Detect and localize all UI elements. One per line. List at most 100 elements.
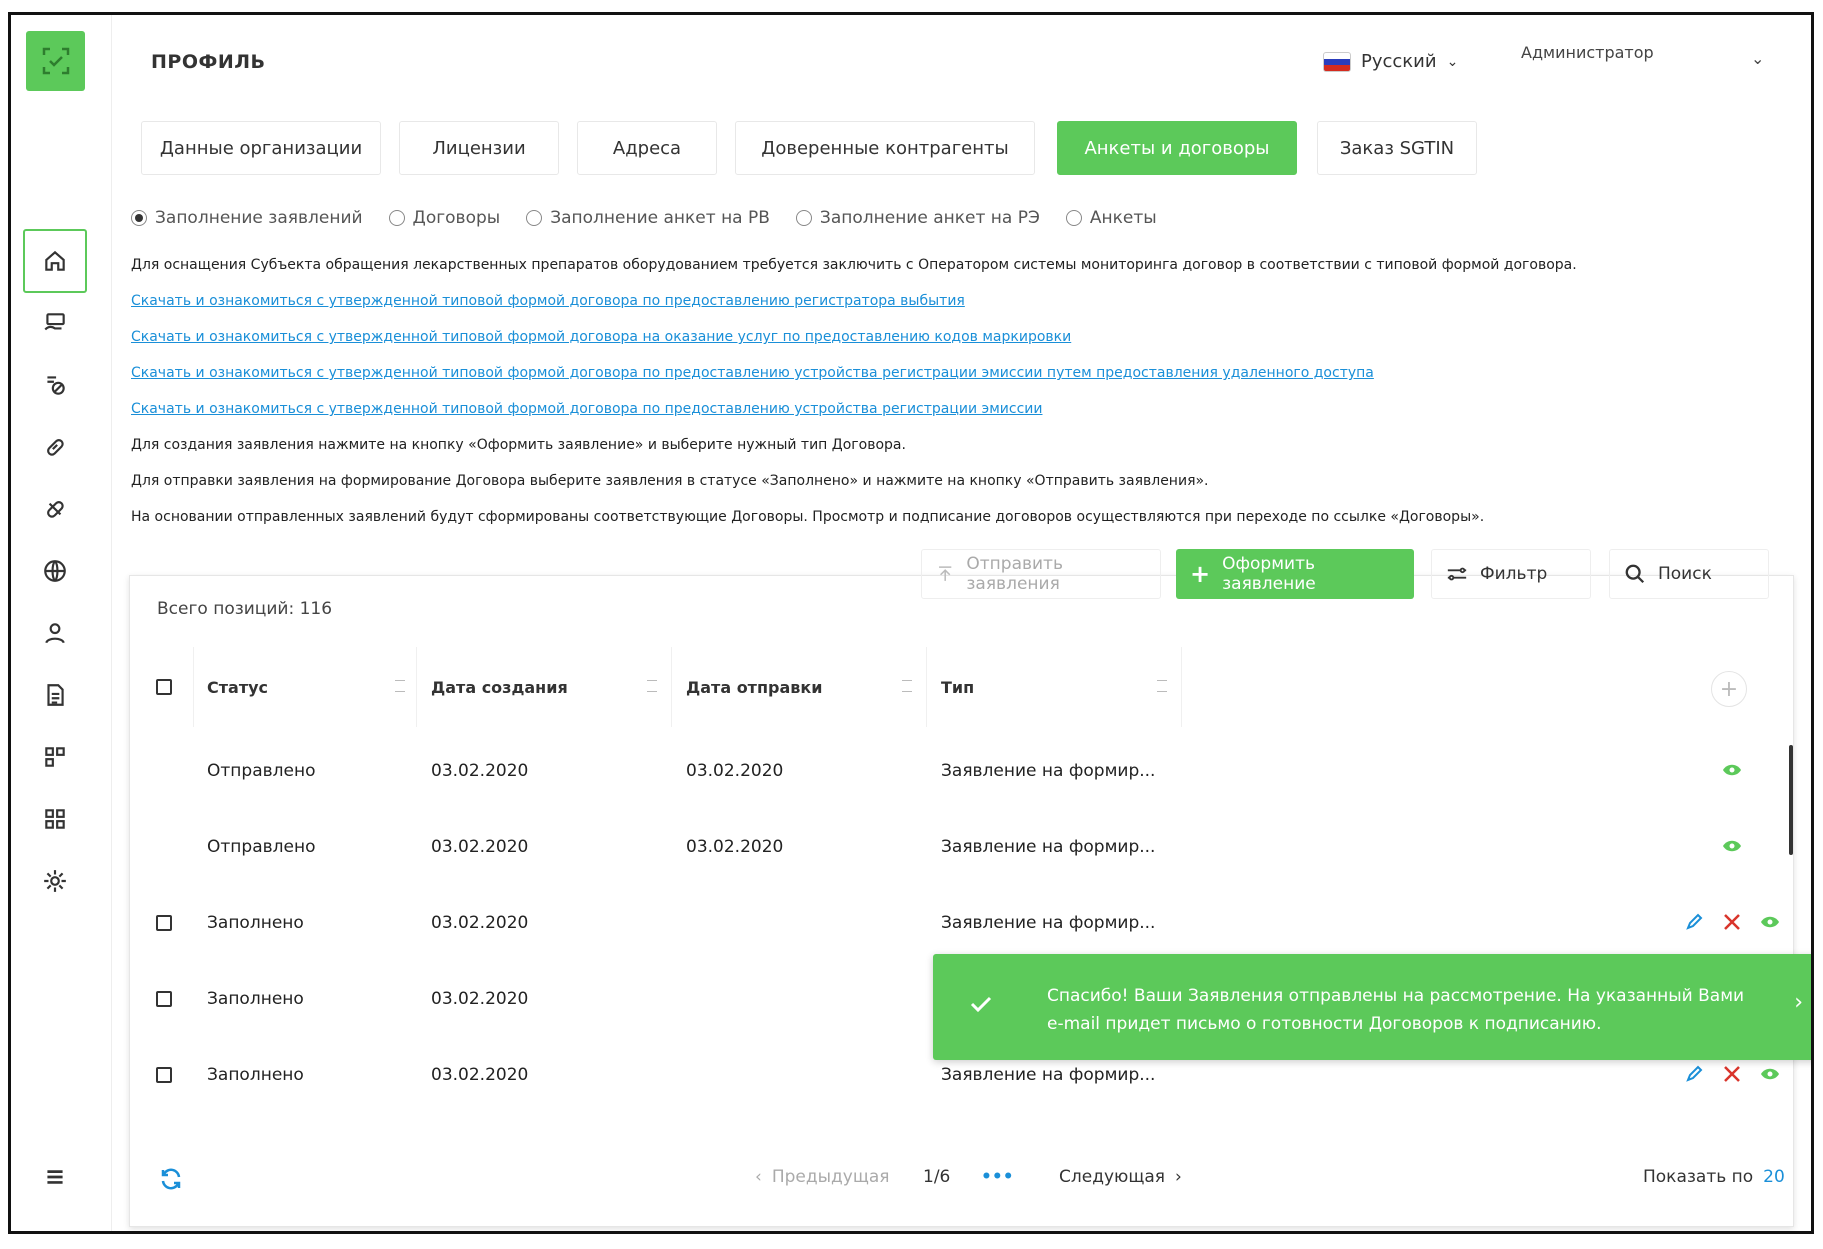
language-selector[interactable]: Русский ⌄ (1323, 51, 1458, 72)
add-column-button[interactable]: + (1711, 671, 1747, 707)
cell-type: Заявление на формир... (941, 761, 1156, 781)
radio-dot (388, 210, 405, 226)
create-application-label: Оформить заявление (1222, 554, 1316, 594)
view-icon[interactable] (1721, 759, 1743, 781)
sort-icon (647, 680, 657, 692)
view-icon[interactable] (1721, 835, 1743, 857)
column-type[interactable]: Тип (941, 647, 1181, 727)
refresh-icon[interactable] (159, 1167, 183, 1191)
sidebar-item-blocks[interactable] (23, 725, 87, 789)
view-icon[interactable] (1759, 1063, 1781, 1085)
table-header: Статус Дата создания Дата отправки Тип (141, 647, 1761, 727)
row-select-cell (156, 1037, 172, 1113)
radio-label: Договоры (412, 208, 501, 228)
prev-page-button[interactable]: ‹ Предыдущая (755, 1167, 890, 1187)
send-applications-button[interactable]: Отправить заявления (921, 549, 1161, 599)
cell-status: Заполнено (207, 913, 304, 933)
cell-created: 03.02.2020 (431, 761, 529, 781)
sidebar-item-link[interactable] (23, 415, 87, 479)
user-menu-chevron-icon[interactable]: ⌄ (1751, 49, 1764, 68)
tab-licenses[interactable]: Лицензии (399, 121, 559, 175)
blocks-icon (45, 747, 65, 767)
page-size-selector[interactable]: Показать по 20 (1643, 1167, 1785, 1187)
sidebar-item-user[interactable] (23, 601, 87, 665)
edit-icon[interactable] (1683, 911, 1705, 933)
user-name[interactable]: Администратор (1521, 43, 1654, 62)
radio-contracts[interactable]: Договоры (388, 208, 501, 228)
radio-fill-rv[interactable]: Заполнение анкет на РВ (526, 208, 770, 228)
row-checkbox[interactable] (156, 991, 172, 1007)
check-icon (970, 996, 992, 1013)
cell-sent: 03.02.2020 (686, 761, 784, 781)
logo[interactable] (26, 31, 85, 91)
radio-fill-applications[interactable]: Заполнение заявлений (131, 208, 363, 228)
cell-status: Заполнено (207, 1065, 304, 1085)
delete-icon[interactable] (1721, 911, 1743, 933)
cell-type: Заявление на формир... (941, 913, 1156, 933)
page-size-value[interactable]: 20 (1763, 1167, 1785, 1187)
language-label: Русский (1361, 51, 1437, 72)
sidebar-menu-toggle[interactable] (23, 1145, 87, 1209)
radio-label: Заполнение заявлений (155, 208, 363, 228)
chevron-down-icon: ⌄ (1446, 53, 1459, 70)
column-created[interactable]: Дата создания (431, 647, 671, 727)
sidebar-item-grid[interactable] (23, 787, 87, 851)
more-pages-button[interactable]: ••• (981, 1167, 1014, 1187)
column-status-label: Статус (207, 677, 268, 697)
total-count: Всего позиций: 116 (157, 599, 333, 619)
upload-icon (939, 566, 952, 581)
row-select-cell (156, 885, 172, 961)
settings-icon (44, 870, 66, 892)
plus-icon: + (1190, 560, 1211, 588)
info-intro: Для оснащения Субъекта обращения лекарст… (131, 257, 1577, 273)
sidebar-item-payments[interactable] (23, 291, 87, 355)
download-link-1[interactable]: Скачать и ознакомиться с утвержденной ти… (131, 293, 965, 309)
column-status[interactable]: Статус (207, 647, 419, 727)
radio-fill-re[interactable]: Заполнение анкет на РЭ (795, 208, 1040, 228)
row-checkbox[interactable] (156, 915, 172, 931)
tab-trusted-counterparties[interactable]: Доверенные контрагенты (735, 121, 1035, 175)
column-sent[interactable]: Дата отправки (686, 647, 926, 727)
sidebar-item-documents[interactable] (23, 663, 87, 727)
select-all-checkbox[interactable] (156, 679, 172, 695)
chevron-right-icon[interactable]: › (1794, 990, 1803, 1015)
column-divider (1181, 647, 1182, 727)
cell-status: Отправлено (207, 761, 316, 781)
row-checkbox[interactable] (156, 1067, 172, 1083)
delete-icon[interactable] (1721, 1063, 1743, 1085)
sort-icon (395, 680, 405, 692)
download-link-3[interactable]: Скачать и ознакомиться с утвержденной ти… (131, 365, 1374, 381)
radio-dot (795, 210, 812, 226)
view-icon[interactable] (1759, 911, 1781, 933)
tab-addresses[interactable]: Адреса (577, 121, 717, 175)
filter-button[interactable]: Фильтр (1431, 549, 1591, 599)
cell-status: Заполнено (207, 989, 304, 1009)
sidebar-item-globe[interactable] (23, 539, 87, 603)
sidebar-item-pill[interactable] (23, 477, 87, 541)
tab-sgtin-order[interactable]: Заказ SGTIN (1317, 121, 1477, 175)
table-scrollbar[interactable] (1789, 745, 1793, 855)
edit-icon[interactable] (1683, 1063, 1705, 1085)
download-link-4[interactable]: Скачать и ознакомиться с утвержденной ти… (131, 401, 1042, 417)
sidebar-item-settings[interactable] (23, 849, 87, 913)
table-row[interactable]: Отправлено 03.02.2020 03.02.2020 Заявлен… (141, 809, 1761, 885)
radio-questionnaires[interactable]: Анкеты (1065, 208, 1157, 228)
search-icon (1625, 564, 1645, 584)
create-application-button[interactable]: + Оформить заявление (1176, 549, 1414, 599)
tab-questionnaires-contracts[interactable]: Анкеты и договоры (1057, 121, 1297, 175)
radio-label: Анкеты (1089, 208, 1157, 228)
column-type-label: Тип (941, 677, 975, 697)
cell-type: Заявление на формир... (941, 837, 1156, 857)
sidebar-item-home[interactable] (23, 229, 87, 293)
download-link-2[interactable]: Скачать и ознакомиться с утвержденной ти… (131, 329, 1071, 345)
tab-organization-data[interactable]: Данные организации (141, 121, 381, 175)
table-row[interactable]: Отправлено 03.02.2020 03.02.2020 Заявлен… (141, 733, 1761, 809)
radio-label: Заполнение анкет на РВ (550, 208, 770, 228)
search-button[interactable]: Поиск (1609, 549, 1769, 599)
sidebar-item-pills[interactable] (23, 353, 87, 417)
next-page-button[interactable]: Следующая › (1059, 1167, 1182, 1187)
scan-check-icon (42, 47, 69, 75)
grid-icon (45, 809, 65, 829)
cell-created: 03.02.2020 (431, 837, 529, 857)
table-row[interactable]: Заполнено 03.02.2020 Заявление на формир… (141, 885, 1779, 961)
